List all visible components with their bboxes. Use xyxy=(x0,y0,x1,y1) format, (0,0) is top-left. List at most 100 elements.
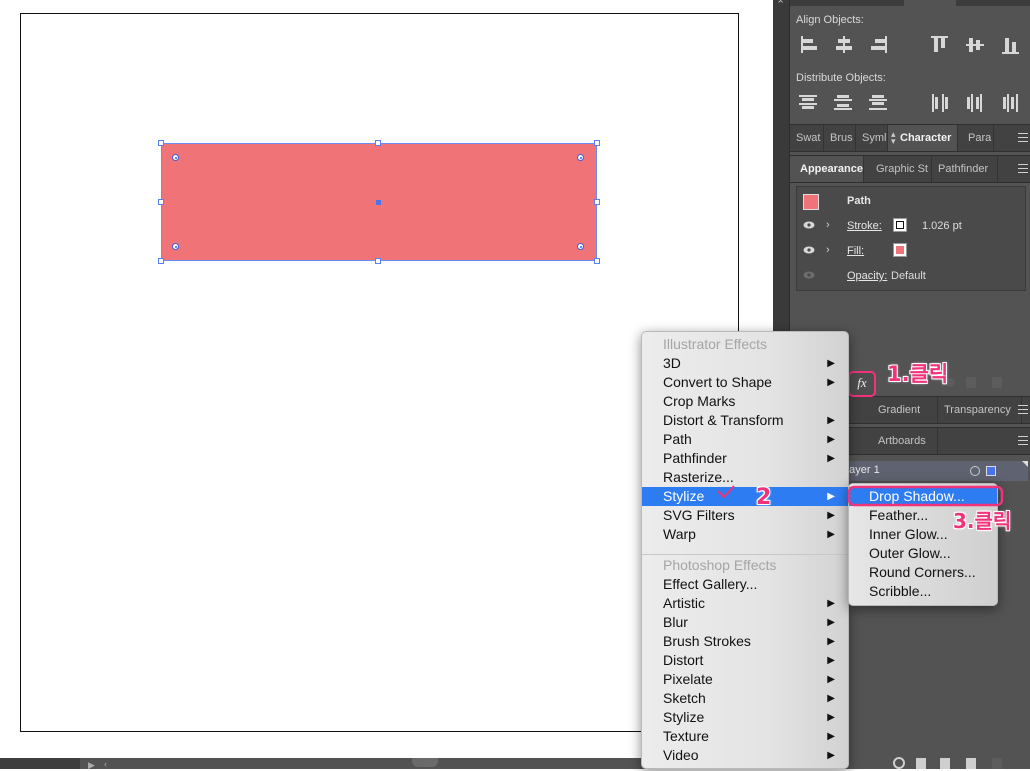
zoom-field[interactable] xyxy=(0,758,80,769)
bounding-handle[interactable] xyxy=(158,199,164,205)
target-icon[interactable] xyxy=(970,466,980,476)
distribute-right-button[interactable] xyxy=(1001,93,1023,113)
new-layer-icon[interactable] xyxy=(966,758,976,769)
stroke-weight-value[interactable]: 1.026 pt xyxy=(922,220,962,232)
duplicate-item-icon[interactable] xyxy=(966,377,976,388)
effect-menu-item-pathfinder[interactable]: Pathfinder ▶ xyxy=(642,449,848,468)
effect-menu-item-3d[interactable]: 3D ▶ xyxy=(642,354,848,373)
distribute-bottom-button[interactable] xyxy=(868,93,890,113)
selection-indicator[interactable] xyxy=(986,466,996,476)
panel-menu-icon[interactable] xyxy=(1018,164,1028,173)
make-clipping-mask-icon[interactable] xyxy=(916,758,926,769)
effect-menu-item-path[interactable]: Path ▶ xyxy=(642,430,848,449)
tab-artboards[interactable]: Artboards xyxy=(872,428,938,454)
stylize-menu-item-outer-glow[interactable]: Outer Glow... xyxy=(849,544,997,563)
bounding-handle[interactable] xyxy=(594,140,600,146)
chevron-left-icon[interactable]: ‹ xyxy=(104,759,107,769)
bounding-handle[interactable] xyxy=(158,140,164,146)
distribute-top-button[interactable] xyxy=(798,93,820,113)
effect-menu-photoshop-item-artistic[interactable]: Artistic ▶ xyxy=(642,594,848,613)
menu-item-label: Sketch xyxy=(663,690,706,706)
opacity-value[interactable]: Default xyxy=(891,270,926,282)
tab-transparency[interactable]: Transparency xyxy=(938,397,1022,423)
fx-effects-button[interactable]: fx xyxy=(848,371,876,397)
effect-menu-item-convert-to-shape[interactable]: Convert to Shape ▶ xyxy=(642,373,848,392)
new-sublayer-icon[interactable] xyxy=(940,758,950,769)
bounding-handle[interactable] xyxy=(158,258,164,264)
chevron-up-icon[interactable]: ⌃ xyxy=(776,0,785,11)
tab-symbols[interactable]: Syml xyxy=(856,125,888,151)
effect-menu-photoshop-item-brush-strokes[interactable]: Brush Strokes ▶ xyxy=(642,632,848,651)
tab-gradient[interactable]: Gradient xyxy=(872,397,938,423)
panel-menu-icon[interactable] xyxy=(1018,405,1028,414)
distribute-horizontal-center-button[interactable] xyxy=(965,93,987,113)
effect-menu-photoshop-item-sketch[interactable]: Sketch ▶ xyxy=(642,689,848,708)
appearance-row-opacity[interactable]: Opacity: Default xyxy=(797,264,1025,289)
eye-icon[interactable] xyxy=(803,246,815,254)
stroke-label[interactable]: Stroke: xyxy=(847,220,882,232)
align-horizontal-center-button[interactable] xyxy=(833,35,855,55)
effect-menu-item-stylize[interactable]: Stylize ▶ xyxy=(642,487,848,506)
corner-widget[interactable] xyxy=(577,243,584,250)
corner-widget[interactable] xyxy=(172,243,179,250)
effect-menu-item-svg-filters[interactable]: SVG Filters ▶ xyxy=(642,506,848,525)
effect-menu-item-distort-transform[interactable]: Distort & Transform ▶ xyxy=(642,411,848,430)
effect-menu-item-warp[interactable]: Warp ▶ xyxy=(642,525,848,544)
effect-menu-photoshop-item-pixelate[interactable]: Pixelate ▶ xyxy=(642,670,848,689)
align-vertical-center-button[interactable] xyxy=(965,35,987,55)
trash-icon[interactable] xyxy=(992,758,1002,769)
play-icon[interactable]: ▶ xyxy=(88,760,95,771)
bounding-handle[interactable] xyxy=(594,258,600,264)
panel-menu-icon[interactable] xyxy=(1018,436,1028,445)
effect-menu-photoshop-item-distort[interactable]: Distort ▶ xyxy=(642,651,848,670)
eye-icon[interactable] xyxy=(803,221,815,229)
bounding-handle[interactable] xyxy=(594,199,600,205)
submenu-arrow-icon: ▶ xyxy=(827,712,835,723)
panel-menu-icon[interactable] xyxy=(1018,133,1028,142)
trash-icon[interactable] xyxy=(992,377,1002,388)
effect-menu-photoshop-item-stylize[interactable]: Stylize ▶ xyxy=(642,708,848,727)
corner-widget[interactable] xyxy=(577,154,584,161)
scroll-thumb[interactable] xyxy=(412,758,438,767)
effect-menu-item-crop-marks[interactable]: Crop Marks xyxy=(642,392,848,411)
align-right-button[interactable] xyxy=(868,35,890,55)
menu-item-label: Artistic xyxy=(663,595,705,611)
appearance-row-path[interactable]: Path xyxy=(797,189,1025,214)
stroke-swatch[interactable] xyxy=(893,218,907,232)
appearance-row-fill[interactable]: › Fill: xyxy=(797,239,1025,264)
align-top-button[interactable] xyxy=(930,35,952,55)
chevron-right-icon[interactable]: › xyxy=(826,244,830,256)
effect-menu-item-rasterize[interactable]: Rasterize... xyxy=(642,468,848,487)
appearance-row-stroke[interactable]: › Stroke: 1.026 pt xyxy=(797,214,1025,239)
tab-pathfinder[interactable]: Pathfinder xyxy=(932,156,998,182)
opacity-label[interactable]: Opacity: xyxy=(847,270,887,282)
annotation-step3: 3.클릭 xyxy=(953,509,1012,533)
search-icon[interactable] xyxy=(893,757,905,769)
tab-character[interactable]: Character xyxy=(888,125,958,151)
bounding-handle[interactable] xyxy=(375,140,381,146)
tab-graphic-styles[interactable]: Graphic St xyxy=(870,156,932,182)
fill-swatch[interactable] xyxy=(893,243,907,257)
chevron-right-icon[interactable]: › xyxy=(826,219,830,231)
tab-brushes[interactable]: Brus xyxy=(824,125,856,151)
stylize-menu-item-scribble[interactable]: Scribble... xyxy=(849,582,997,601)
stylize-menu-item-round-corners[interactable]: Round Corners... xyxy=(849,563,997,582)
bounding-handle[interactable] xyxy=(375,258,381,264)
tab-paragraph[interactable]: Para xyxy=(962,125,994,151)
align-left-button[interactable] xyxy=(798,35,820,55)
align-bottom-button[interactable] xyxy=(1001,35,1023,55)
tab-swatches[interactable]: Swat xyxy=(790,125,824,151)
effect-menu-photoshop-item-texture[interactable]: Texture ▶ xyxy=(642,727,848,746)
menu-item-label: 3D xyxy=(663,355,681,371)
fill-label[interactable]: Fill: xyxy=(847,245,864,257)
selected-rectangle[interactable] xyxy=(161,143,597,261)
effect-menu-photoshop-item-video[interactable]: Video ▶ xyxy=(642,746,848,765)
effect-menu-photoshop-item-effect-gallery[interactable]: Effect Gallery... xyxy=(642,575,848,594)
corner-widget[interactable] xyxy=(172,154,179,161)
effect-menu-photoshop-item-blur[interactable]: Blur ▶ xyxy=(642,613,848,632)
stylize-menu-item-drop-shadow[interactable]: Drop Shadow... xyxy=(849,487,997,506)
distribute-vertical-center-button[interactable] xyxy=(833,93,855,113)
artboard[interactable] xyxy=(20,13,739,732)
distribute-left-button[interactable] xyxy=(930,93,952,113)
tab-appearance[interactable]: Appearance xyxy=(790,156,864,182)
